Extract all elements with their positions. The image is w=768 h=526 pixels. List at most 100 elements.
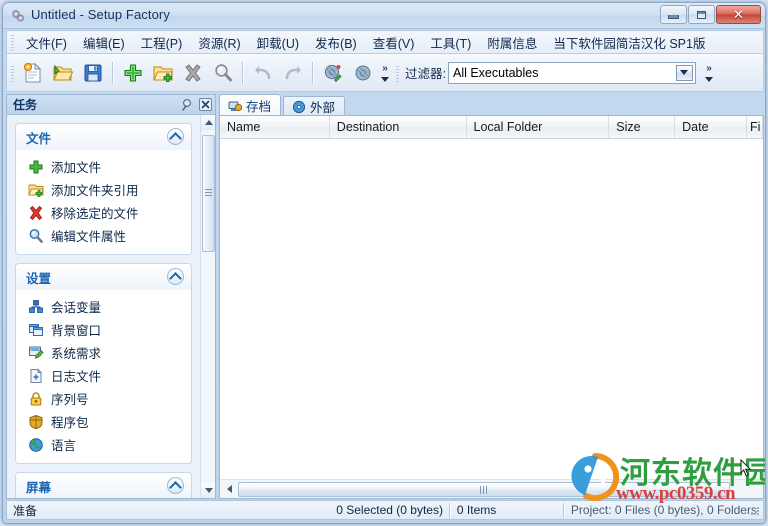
file-list-view[interactable]: Name Destination Local Folder Size Date …	[219, 115, 764, 499]
menu-project[interactable]: 工程(P)	[133, 30, 191, 55]
cd-icon	[291, 99, 306, 114]
section-settings-header[interactable]: 设置	[16, 264, 191, 291]
column-header-name[interactable]: Name	[220, 116, 330, 138]
task-add-folder-reference-label: 添加文件夹引用	[51, 184, 139, 198]
tab-external-label: 外部	[310, 101, 336, 115]
list-horizontal-scrollbar[interactable]	[220, 479, 763, 498]
menu-publish[interactable]: 发布(B)	[307, 30, 365, 55]
filter-dropdown-arrow[interactable]	[675, 64, 693, 81]
tab-archive-label: 存档	[246, 100, 272, 114]
task-add-file-label: 添加文件	[51, 161, 102, 175]
section-screens-header[interactable]: 屏幕	[16, 473, 191, 498]
redo-button[interactable]	[278, 58, 308, 88]
folder-add-icon	[27, 181, 44, 198]
auto-hide-pin-button[interactable]	[179, 96, 195, 112]
scroll-thumb[interactable]	[202, 135, 215, 252]
filter-combobox[interactable]: All Executables	[447, 61, 696, 84]
list-body-empty[interactable]	[220, 139, 763, 479]
open-project-button[interactable]	[48, 58, 78, 88]
task-session-variables[interactable]: 会话变量	[16, 295, 191, 318]
session-variables-icon	[27, 298, 44, 315]
task-packages[interactable]: 程序包	[16, 410, 191, 433]
task-system-requirements[interactable]: 系统需求	[16, 341, 191, 364]
task-log-file[interactable]: 日志文件	[16, 364, 191, 387]
new-project-button[interactable]	[18, 58, 48, 88]
resize-grip-icon[interactable]	[749, 505, 761, 517]
scroll-down-button[interactable]	[201, 483, 215, 498]
tab-external[interactable]: 外部	[283, 96, 346, 116]
magnifier-icon	[27, 227, 44, 244]
menubar-grip[interactable]	[9, 33, 16, 51]
minimize-button[interactable]	[660, 5, 687, 24]
menu-file[interactable]: 文件(F)	[18, 30, 75, 55]
task-system-requirements-label: 系统需求	[51, 347, 102, 361]
column-header-local-folder[interactable]: Local Folder	[467, 116, 610, 138]
task-panel: 任务 文件 添加文件 添加文件夹引用 移除选定的文件 编辑文件属性 设置 会话变…	[6, 94, 216, 499]
task-edit-file-properties[interactable]: 编辑文件属性	[16, 224, 191, 247]
toolbar-grip[interactable]	[9, 63, 16, 82]
task-languages[interactable]: 语言	[16, 433, 191, 456]
add-file-icon	[124, 63, 142, 82]
task-panel-scroll-area: 文件 添加文件 添加文件夹引用 移除选定的文件 编辑文件属性 设置 会话变量 背…	[7, 115, 200, 498]
undo-button[interactable]	[248, 58, 278, 88]
section-files-header[interactable]: 文件	[16, 124, 191, 151]
task-panel-scrollbar[interactable]	[200, 115, 215, 498]
chevron-down-icon	[704, 77, 713, 82]
build-settings-button[interactable]	[318, 58, 348, 88]
open-project-icon	[53, 64, 74, 80]
toolbar-overflow-button[interactable]: »	[378, 56, 392, 90]
add-folder-button[interactable]	[148, 58, 178, 88]
menu-about-info[interactable]: 附属信息	[479, 30, 545, 55]
menu-view[interactable]: 查看(V)	[365, 30, 423, 55]
task-panel-title: 任务	[13, 98, 38, 112]
section-files-items: 添加文件 添加文件夹引用 移除选定的文件 编辑文件属性	[16, 151, 191, 254]
save-project-button[interactable]	[78, 58, 108, 88]
chevron-down-icon	[680, 70, 689, 75]
menu-uninstall[interactable]: 卸载(U)	[249, 30, 307, 55]
archive-icon	[227, 98, 242, 113]
menu-edit[interactable]: 编辑(E)	[75, 30, 133, 55]
section-screens-collapse-button[interactable]	[167, 477, 184, 494]
task-serial-numbers[interactable]: 序列号	[16, 387, 191, 410]
globe-icon	[27, 436, 44, 453]
status-bar: 准备 0 Selected (0 bytes) 0 Items Project:…	[6, 500, 764, 520]
menu-localization-credit[interactable]: 当下软件园简洁汉化 SP1版	[545, 30, 713, 55]
section-settings-collapse-button[interactable]	[167, 268, 184, 285]
task-panel-close-button[interactable]	[197, 96, 213, 112]
task-add-folder-reference[interactable]: 添加文件夹引用	[16, 178, 191, 201]
task-remove-selected-files[interactable]: 移除选定的文件	[16, 201, 191, 224]
settings-button[interactable]	[348, 58, 378, 88]
lock-icon	[27, 390, 44, 407]
search-button[interactable]	[208, 58, 238, 88]
maximize-button[interactable]	[688, 5, 715, 24]
app-gears-icon	[10, 8, 26, 24]
menu-resources[interactable]: 资源(R)	[190, 30, 248, 55]
tab-archive[interactable]: 存档	[219, 94, 282, 116]
chevron-up-icon	[169, 131, 182, 145]
toolbar-edit-group	[118, 58, 238, 88]
application-window: Untitled - Setup Factory ✕ 文件(F) 编辑(E) 工…	[2, 2, 766, 524]
scroll-left-button[interactable]	[221, 481, 237, 497]
toolbar-overflow-button-right[interactable]: »	[702, 56, 716, 90]
filter-grip[interactable]	[394, 63, 401, 82]
task-panel-caption: 任务	[7, 95, 215, 115]
column-header-file-attr[interactable]: Fi	[747, 116, 763, 138]
chevron-down-icon	[381, 77, 389, 82]
column-header-size[interactable]: Size	[609, 116, 676, 138]
package-icon	[27, 413, 44, 430]
task-add-file[interactable]: 添加文件	[16, 155, 191, 178]
scroll-up-button[interactable]	[201, 115, 215, 130]
menu-tools[interactable]: 工具(T)	[422, 30, 479, 55]
column-header-destination[interactable]: Destination	[330, 116, 467, 138]
toolbar-overflow-chevrons-right: »	[706, 63, 712, 74]
hscroll-thumb[interactable]	[238, 482, 730, 497]
task-background-window[interactable]: 背景窗口	[16, 318, 191, 341]
hscroll-thumb-grip	[480, 486, 489, 494]
green-plus-icon	[27, 158, 44, 175]
task-edit-file-properties-label: 编辑文件属性	[51, 230, 127, 244]
delete-button[interactable]	[178, 58, 208, 88]
close-button[interactable]: ✕	[716, 5, 761, 24]
column-header-date[interactable]: Date	[675, 116, 748, 138]
add-file-button[interactable]	[118, 58, 148, 88]
section-files-collapse-button[interactable]	[167, 128, 184, 145]
